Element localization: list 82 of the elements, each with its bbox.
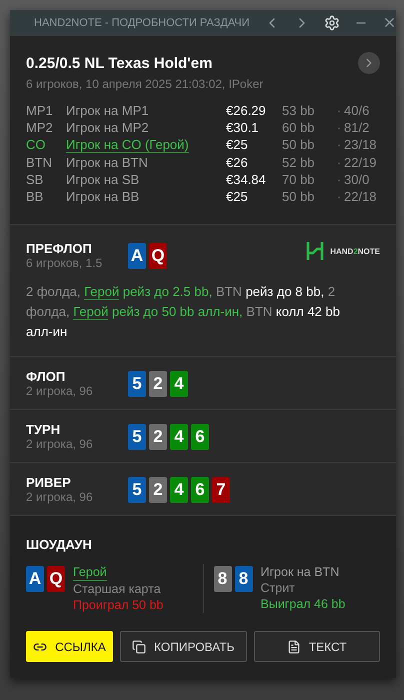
position-label: BTN — [26, 155, 53, 170]
logo-text: HAND2NOTE — [330, 246, 380, 256]
playing-card: A — [128, 243, 146, 269]
playing-card: 8 — [234, 566, 252, 592]
player-name: Игрок на MP1 — [66, 103, 149, 118]
player-name[interactable]: Игрок на CO (Герой) — [66, 137, 189, 153]
separator-dot: · — [336, 120, 342, 135]
street-subtitle: 2 игрока, 96 — [26, 490, 94, 504]
player-stats: 22/19 — [344, 155, 378, 170]
hand-rank: Стрит — [260, 580, 296, 596]
stack-bb: 53 bb — [282, 103, 316, 118]
playing-card: 8 — [214, 566, 232, 592]
action-button[interactable]: ТЕКСТ — [254, 631, 380, 662]
player-name: Игрок на MP2 — [66, 120, 149, 135]
street-title: ШОУДАУН — [26, 537, 92, 552]
playing-card: 4 — [170, 477, 188, 503]
playing-card: 2 — [149, 424, 167, 450]
stack-bb: 50 bb — [282, 189, 316, 204]
stack-bb: 70 bb — [282, 172, 316, 187]
hand-rank: Старшая карта — [73, 581, 162, 597]
street-title: ПРЕФЛОП — [26, 241, 93, 256]
copy-icon — [132, 640, 146, 654]
stack-amount: €26 — [226, 155, 249, 170]
stack-bb: 52 bb — [282, 155, 316, 170]
player-name: Игрок на SB — [66, 172, 140, 187]
playing-card: 6 — [191, 424, 209, 450]
playing-card: 2 — [149, 371, 167, 397]
position-label: MP1 — [26, 103, 54, 118]
stack-amount: €30.1 — [226, 120, 260, 135]
action-button[interactable]: КОПИРОВАТЬ — [120, 631, 246, 662]
playing-card: 5 — [128, 477, 146, 503]
playing-card: 2 — [149, 477, 167, 503]
result-text: Выиграл 46 bb — [260, 596, 346, 612]
playing-card: Q — [149, 243, 167, 269]
playing-card: 5 — [128, 424, 146, 450]
action-button[interactable]: ССЫЛКА — [26, 631, 113, 662]
playing-card: Q — [47, 566, 65, 592]
player-name: Игрок на BTN — [260, 564, 340, 580]
player-name: Игрок на BB — [66, 189, 140, 204]
playing-card: 7 — [212, 477, 230, 503]
playing-card: 4 — [170, 371, 188, 397]
street-subtitle: 2 игрока, 96 — [26, 437, 94, 451]
street-subtitle: 6 игроков, 1.5 — [26, 256, 104, 270]
stack-amount: €26.29 — [226, 103, 267, 118]
playing-card: A — [26, 566, 44, 592]
player-stats: 23/18 — [344, 137, 378, 153]
separator-dot: · — [336, 172, 342, 187]
player-name[interactable]: Герой — [73, 564, 107, 581]
separator-dot: · — [336, 137, 342, 153]
separator-dot: · — [336, 103, 342, 118]
stack-bb: 50 bb — [282, 137, 316, 153]
logo-icon — [306, 241, 324, 261]
document-icon — [286, 640, 301, 654]
street-title: РИВЕР — [26, 475, 72, 490]
position-label: BB — [26, 189, 44, 204]
player-stats: 30/0 — [344, 172, 370, 187]
separator-dot: · — [336, 189, 342, 204]
hand-title: 0.25/0.5 NL Texas Hold'em — [26, 54, 212, 72]
settings-icon[interactable] — [324, 14, 340, 30]
hand-subtitle: 6 игроков, 10 апреля 2025 21:03:02, IPoker — [26, 77, 264, 91]
playing-card: 6 — [191, 477, 209, 503]
position-label: SB — [26, 172, 44, 187]
window-title: HAND2NOTE - ПОДРОБНОСТИ РАЗДАЧИ — [34, 16, 250, 28]
stack-amount: €34.84 — [226, 172, 267, 187]
stack-amount: €25 — [226, 189, 249, 204]
position-label: MP2 — [26, 120, 54, 135]
player-stats: 22/18 — [344, 189, 378, 204]
street-title: ФЛОП — [26, 369, 66, 384]
street-title: ТУРН — [26, 422, 62, 437]
action-summary: 2 фолда, Герой рейз до 2.5 bb, BTN рейз до 8 bb, 2 фолда, Герой рейз до 50 bb алл-ин, BTN колл 42 bb алл-ин — [26, 283, 341, 341]
player-name: Игрок на BTN — [66, 155, 148, 170]
playing-card: 5 — [128, 371, 146, 397]
chevron-right-icon[interactable] — [358, 52, 380, 74]
result-text: Проиграл 50 bb — [73, 597, 164, 613]
stack-amount: €25 — [226, 137, 249, 153]
player-stats: 81/2 — [344, 120, 370, 135]
separator-dot: · — [336, 155, 342, 170]
stack-bb: 60 bb — [282, 120, 316, 135]
player-stats: 40/6 — [344, 103, 370, 118]
street-subtitle: 2 игрока, 96 — [26, 384, 94, 398]
playing-card: 4 — [170, 424, 188, 450]
position-label: CO — [26, 137, 46, 153]
